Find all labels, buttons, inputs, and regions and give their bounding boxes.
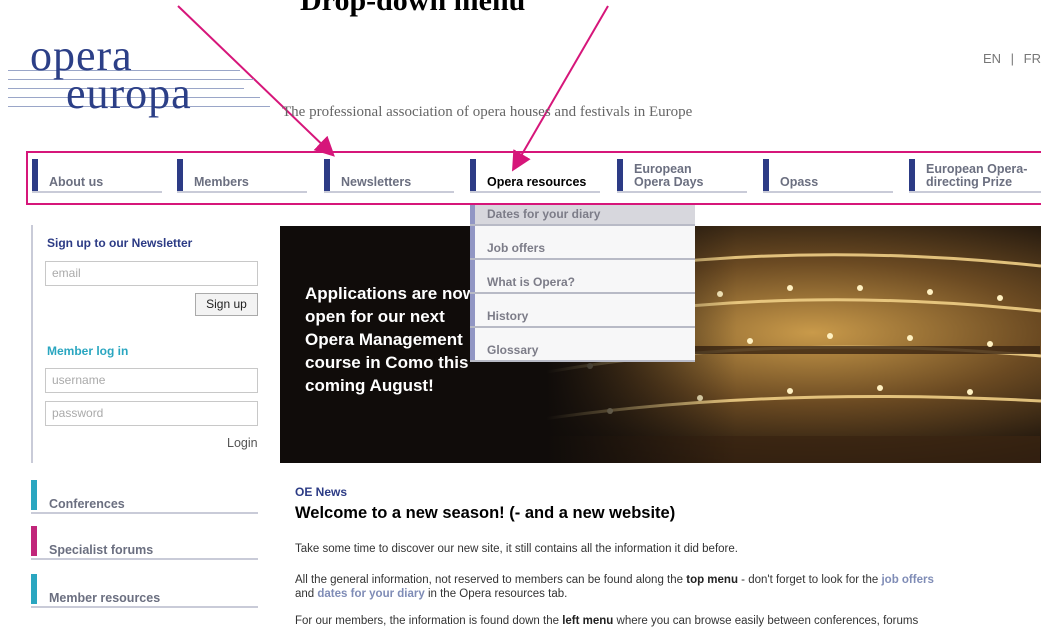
dropdown-item-label: What is Opera? [487,275,576,289]
login-link[interactable]: Login [227,436,258,450]
dropdown-item-label: Job offers [487,241,546,255]
text: where you can browse easily between conf… [613,615,919,627]
text: All the general information, not reserve… [295,574,687,586]
dropdown-item-label: History [487,309,529,323]
nav-newsletters[interactable]: Newsletters [324,159,454,193]
banner-line: coming August! [305,376,434,395]
nav-european-opera-days[interactable]: European Opera Days [617,159,747,193]
dropdown-item-dates-for-your-diary[interactable]: Dates for your diary [470,205,695,226]
lang-fr[interactable]: FR [1024,51,1041,66]
dropdown-item-glossary[interactable]: Glossary [470,328,695,362]
nav-label: Opass [780,175,819,189]
site-tagline: The professional association of opera ho… [282,104,693,120]
nav-opass[interactable]: Opass [763,159,893,193]
logo-europa[interactable]: europa [66,72,192,116]
news-paragraph-2: All the general information, not reserve… [295,573,1041,601]
emphasis-left-menu: left menu [562,615,614,627]
sidebar-bar-marker [31,574,37,604]
dropdown-bar-marker [470,226,475,258]
nav-bar-marker [470,159,476,191]
annotation-title: Drop-down menu [300,0,526,17]
annotation-arrow-right [511,5,609,172]
sidebar-divider [31,225,33,463]
nav-label: European Opera- directing Prize [926,162,1028,189]
dropdown-bar-marker [470,260,475,292]
newsletter-email-input[interactable]: email [45,261,258,286]
dropdown-bar-marker [470,328,475,360]
dropdown-bar-marker [470,294,475,326]
opera-resources-dropdown: Dates for your diary Job offers What is … [470,205,695,362]
nav-bar-marker [909,159,915,191]
nav-bar-marker [763,159,769,191]
nav-bar-marker [177,159,183,191]
sidebar-item-member-resources[interactable]: Member resources [31,574,258,608]
sidebar-bar-marker [31,480,37,510]
nav-label: European Opera Days [634,162,704,189]
dates-for-diary-link[interactable]: dates for your diary [317,588,424,600]
lang-en[interactable]: EN [983,51,1001,66]
nav-opera-resources[interactable]: Opera resources [470,159,600,193]
nav-label: About us [49,175,104,189]
nav-opera-directing-prize[interactable]: European Opera- directing Prize [909,159,1041,193]
news-title[interactable]: Welcome to a new season! (- and a new we… [295,504,675,523]
nav-label: Newsletters [341,175,412,189]
nav-label: Members [194,175,249,189]
sidebar-item-label: Specialist forums [49,543,154,557]
nav-bar-marker [32,159,38,191]
nav-label: Opera resources [487,175,587,189]
dropdown-item-history[interactable]: History [470,294,695,328]
sidebar-item-conferences[interactable]: Conferences [31,480,258,514]
emphasis-top-menu: top menu [686,574,738,586]
dropdown-item-label: Glossary [487,343,539,357]
lang-separator: | [1010,51,1015,66]
nav-bar-marker [617,159,623,191]
news-paragraph-1: Take some time to discover our new site,… [295,543,738,555]
text: - don't forget to look for the [737,574,882,586]
news-section-label: OE News [295,485,348,499]
newsletter-signup-button[interactable]: Sign up [195,293,258,316]
text: and [295,588,318,600]
dropdown-item-label: Dates for your diary [487,207,601,221]
username-input[interactable]: username [45,368,258,393]
dropdown-bar-marker [470,205,475,224]
text: in the Opera resources tab. [424,588,568,600]
sidebar-item-label: Member resources [49,591,161,605]
sidebar-item-specialist-forums[interactable]: Specialist forums [31,526,258,560]
language-switcher: EN | FR [983,51,1041,66]
sidebar-item-label: Conferences [49,497,125,511]
job-offers-link[interactable]: job offers [881,574,933,586]
nav-bar-marker [324,159,330,191]
member-login-title: Member log in [47,344,129,358]
dropdown-item-job-offers[interactable]: Job offers [470,226,695,260]
password-input[interactable]: password [45,401,258,426]
sidebar-bar-marker [31,526,37,556]
nav-members[interactable]: Members [177,159,307,193]
nav-about-us[interactable]: About us [32,159,162,193]
dropdown-item-what-is-opera[interactable]: What is Opera? [470,260,695,294]
newsletter-signup-title: Sign up to our Newsletter [47,236,193,250]
text: For our members, the information is foun… [295,615,563,627]
